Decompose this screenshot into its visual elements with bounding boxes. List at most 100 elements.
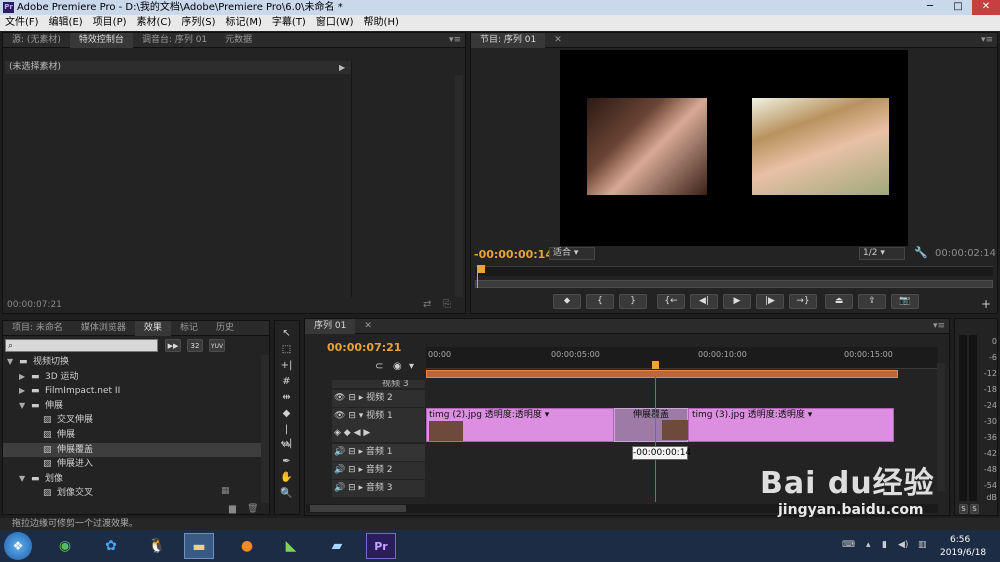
selection-tool-icon[interactable]: ↖ bbox=[279, 327, 294, 341]
mark-out-button[interactable]: { bbox=[586, 294, 614, 309]
lock-icon[interactable]: ⊟ bbox=[348, 411, 356, 421]
close-tab-icon[interactable]: ✕ bbox=[545, 33, 571, 48]
clip-timg2[interactable]: timg (2).jpg 透明度:透明度 ▾ bbox=[426, 408, 614, 442]
effect-item[interactable]: ▨ 伸展 bbox=[3, 428, 261, 442]
file-explorer-icon[interactable]: ▬ bbox=[184, 533, 214, 559]
extract-button[interactable]: ⇪ bbox=[858, 294, 886, 309]
menu-window[interactable]: 窗口(W) bbox=[311, 15, 359, 31]
ripple-edit-tool-icon[interactable]: +| bbox=[279, 359, 294, 373]
qq-icon[interactable]: 🐧 bbox=[142, 533, 172, 559]
expand-arrow-icon[interactable]: ▶ bbox=[339, 61, 345, 74]
expand-down-icon[interactable]: ▼ bbox=[3, 355, 19, 369]
tab-metadata[interactable]: 元数据 bbox=[216, 33, 261, 48]
timeline-h-scrollbar[interactable] bbox=[306, 504, 938, 513]
menu-file[interactable]: 文件(F) bbox=[0, 15, 44, 31]
effects-folder[interactable]: ▼ ▬ 伸展 bbox=[3, 399, 261, 413]
playhead-marker-icon[interactable] bbox=[477, 265, 485, 273]
solo-left-button[interactable]: S bbox=[959, 504, 968, 514]
menu-edit[interactable]: 编辑(E) bbox=[44, 15, 88, 31]
goto-out-button[interactable]: →} bbox=[789, 294, 817, 309]
step-back-button[interactable]: {← bbox=[657, 294, 685, 309]
track-select-tool-icon[interactable]: ⬚ bbox=[279, 343, 294, 357]
clip-timg3[interactable]: timg (3).jpg 透明度:透明度 ▾ bbox=[688, 408, 894, 442]
minimize-icon[interactable]: ─ bbox=[916, 0, 944, 15]
menu-title[interactable]: 字幕(T) bbox=[267, 15, 311, 31]
zoom-tool-icon[interactable]: 🔍 bbox=[279, 487, 294, 501]
panel-menu-icon[interactable]: ▾≡ bbox=[449, 33, 461, 48]
tab-media-browser[interactable]: 媒体浏览器 bbox=[72, 321, 135, 336]
add-button-icon[interactable]: + bbox=[981, 297, 991, 311]
close-tab-icon[interactable]: ✕ bbox=[355, 319, 381, 334]
speaker-icon[interactable]: 🔊 bbox=[332, 465, 345, 475]
tray-network-icon[interactable]: ▥ bbox=[918, 540, 927, 550]
panel-menu-icon[interactable]: ▾≡ bbox=[981, 33, 993, 48]
eye-icon[interactable]: 👁 bbox=[332, 393, 345, 403]
premiere-taskbar-icon[interactable]: Pr bbox=[366, 533, 396, 559]
yuv-effects-badge[interactable]: YUV bbox=[209, 339, 225, 352]
loop-icon[interactable]: ⇄ bbox=[423, 299, 431, 310]
expand-down-icon[interactable]: ▼ bbox=[3, 472, 31, 486]
tab-sequence[interactable]: 序列 01 bbox=[305, 319, 356, 334]
effect-item[interactable]: ▨ 伸展覆盖 bbox=[3, 442, 261, 457]
program-current-time[interactable]: -00:00:00:14 bbox=[474, 248, 553, 261]
hand-tool-icon[interactable]: ✋ bbox=[279, 471, 294, 485]
program-zoom-bar[interactable] bbox=[475, 280, 993, 288]
effects-folder[interactable]: ▼ ▬ 划像 bbox=[3, 472, 261, 486]
effect-item[interactable]: ▨ 交叉伸展 bbox=[3, 413, 261, 427]
lock-icon[interactable]: ⊟ bbox=[348, 447, 356, 457]
scroll-thumb[interactable] bbox=[310, 505, 406, 512]
speaker-icon[interactable]: 🔊 bbox=[332, 447, 345, 457]
effects-search-input[interactable]: ⌕ bbox=[5, 339, 158, 352]
effects-folder[interactable]: ▶ ▬ 3D 运动 bbox=[3, 370, 261, 384]
step-forward-button[interactable]: |▶ bbox=[756, 294, 784, 309]
work-area-bar[interactable] bbox=[426, 370, 898, 378]
slide-tool-icon[interactable]: ⇔ bbox=[279, 439, 294, 453]
track-header-audio1[interactable]: 🔊 ⊟ ▸ 音频 1 bbox=[332, 444, 425, 461]
tab-effect-controls[interactable]: 特效控制台 bbox=[69, 33, 133, 48]
export-icon[interactable]: ⎘ bbox=[443, 299, 451, 310]
start-button[interactable]: ❖ bbox=[4, 532, 32, 560]
tray-show-hidden-icon[interactable]: ▴ bbox=[866, 540, 871, 550]
panel-menu-icon[interactable]: ▾≡ bbox=[933, 319, 945, 334]
panel-scrollbar[interactable] bbox=[455, 75, 463, 297]
snap-icon[interactable]: ⊂ bbox=[375, 361, 383, 372]
tray-volume-icon[interactable]: ◀) bbox=[898, 540, 908, 550]
360-browser-icon[interactable]: ◉ bbox=[50, 533, 80, 559]
track-header-video1[interactable]: 👁 ⊟ ▾ 视频 1 ◈ ◆ ◀ ▶ bbox=[332, 408, 425, 442]
timeline-current-time[interactable]: 00:00:07:21 bbox=[327, 341, 401, 354]
track-header-audio3[interactable]: 🔊 ⊟ ▸ 音频 3 bbox=[332, 480, 425, 497]
tab-history[interactable]: 历史 bbox=[207, 321, 243, 336]
effects-scrollbar[interactable] bbox=[261, 355, 269, 503]
lock-icon[interactable]: ⊟ bbox=[348, 393, 356, 403]
pen-tool-icon[interactable]: ✒ bbox=[279, 455, 294, 469]
playhead-marker-icon[interactable] bbox=[652, 361, 659, 369]
clock-date[interactable]: 2019/6/18 bbox=[940, 548, 986, 558]
expand-right-icon[interactable]: ▶ bbox=[3, 384, 31, 398]
tab-markers[interactable]: 标记 bbox=[171, 321, 207, 336]
program-time-ruler[interactable] bbox=[475, 266, 993, 276]
app-icon[interactable]: ▰ bbox=[322, 533, 352, 559]
maximize-icon[interactable]: □ bbox=[944, 0, 972, 15]
solo-right-button[interactable]: S bbox=[970, 504, 979, 514]
step-back-frame-button[interactable]: ◀| bbox=[690, 294, 718, 309]
tab-effects[interactable]: 效果 bbox=[134, 321, 171, 336]
menu-sequence[interactable]: 序列(S) bbox=[176, 15, 220, 31]
quality-select[interactable]: 1/2 ▾ bbox=[859, 247, 905, 260]
tab-audio-mixer[interactable]: 调音台: 序列 01 bbox=[133, 33, 216, 48]
play-button[interactable]: ▶ bbox=[723, 294, 751, 309]
set-marker-icon[interactable]: ◉ bbox=[393, 361, 402, 372]
firefox-icon[interactable]: ● bbox=[232, 533, 262, 559]
tab-source[interactable]: 源: (无素材) bbox=[3, 33, 70, 48]
wrench-icon[interactable]: 🔧 bbox=[914, 246, 928, 259]
track-header-video3[interactable]: 视频 3 bbox=[332, 380, 425, 388]
track-header-video2[interactable]: 👁 ⊟ ▸ 视频 2 bbox=[332, 390, 425, 407]
app-icon[interactable]: ◣ bbox=[276, 533, 306, 559]
accelerated-effects-icon[interactable]: ▶▶ bbox=[165, 339, 181, 352]
close-icon[interactable]: ✕ bbox=[972, 0, 1000, 15]
lift-button[interactable]: ⏏ bbox=[825, 294, 853, 309]
tab-program[interactable]: 节目: 序列 01 bbox=[471, 33, 546, 48]
slip-tool-icon[interactable]: |↔| bbox=[279, 423, 294, 449]
eye-icon[interactable]: 👁 bbox=[332, 411, 345, 421]
menu-marker[interactable]: 标记(M) bbox=[220, 15, 266, 31]
effects-folder[interactable]: ▼ ▬ 视频切换 bbox=[3, 355, 261, 369]
